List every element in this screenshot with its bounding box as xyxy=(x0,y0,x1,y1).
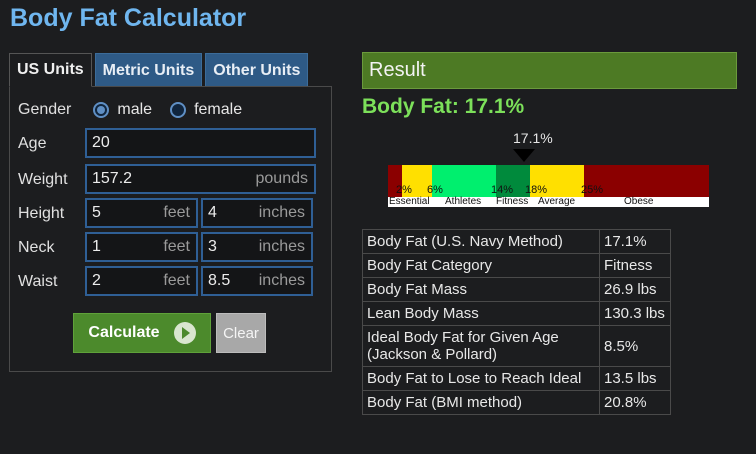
weight-value: 157.2 xyxy=(92,170,133,187)
neck-feet-value: 1 xyxy=(92,238,101,255)
table-row: Body Fat Category Fitness xyxy=(362,253,671,278)
weight-unit: pounds xyxy=(255,170,309,187)
result-key: Body Fat Mass xyxy=(362,277,600,302)
scale-category: Fitness xyxy=(496,196,529,207)
scale-tick: 14% xyxy=(491,184,514,196)
age-value: 20 xyxy=(92,134,110,151)
result-value: Fitness xyxy=(599,253,671,278)
tab-metric-units[interactable]: Metric Units xyxy=(94,53,203,87)
height-feet-input[interactable]: 5 feet xyxy=(85,198,198,228)
table-row: Body Fat (U.S. Navy Method) 17.1% xyxy=(362,229,671,254)
height-feet-value: 5 xyxy=(92,204,101,221)
scale-category: Obese xyxy=(624,196,654,207)
result-value: 13.5 lbs xyxy=(599,366,671,391)
weight-label: Weight xyxy=(18,171,68,188)
table-row: Ideal Body Fat for Given Age (Jackson & … xyxy=(362,325,671,367)
body-fat-scale: 2% 6% 14% 18% 25% Essential Athletes Fit… xyxy=(388,165,709,207)
age-label: Age xyxy=(18,135,47,152)
waist-feet-input[interactable]: 2 feet xyxy=(85,266,198,296)
calculate-button-label: Calculate xyxy=(88,324,160,341)
body-fat-result: Body Fat: 17.1% xyxy=(362,95,525,118)
marker-label: 17.1% xyxy=(513,130,553,146)
clear-button[interactable]: Clear xyxy=(216,313,266,353)
table-row: Lean Body Mass 130.3 lbs xyxy=(362,301,671,326)
waist-inches-unit: inches xyxy=(258,272,305,289)
result-key: Body Fat (U.S. Navy Method) xyxy=(362,229,600,254)
waist-feet-unit: feet xyxy=(163,272,190,289)
neck-feet-unit: feet xyxy=(163,238,190,255)
scale-category: Average xyxy=(538,196,576,207)
result-value: 17.1% xyxy=(599,229,671,254)
tab-us-units[interactable]: US Units xyxy=(9,53,92,87)
result-value: 130.3 lbs xyxy=(599,301,671,326)
result-value: 20.8% xyxy=(599,390,671,415)
scale-tick: 2% xyxy=(396,184,412,196)
height-inches-value: 4 xyxy=(208,204,217,221)
result-table: Body Fat (U.S. Navy Method) 17.1% Body F… xyxy=(362,229,671,415)
neck-label: Neck xyxy=(18,239,55,256)
scale-tick: 18% xyxy=(525,184,548,196)
result-key: Body Fat (BMI method) xyxy=(362,390,600,415)
table-row: Body Fat to Lose to Reach Ideal 13.5 lbs xyxy=(362,366,671,391)
height-label: Height xyxy=(18,205,65,222)
height-feet-unit: feet xyxy=(163,204,190,221)
waist-inches-input[interactable]: 8.5 inches xyxy=(201,266,313,296)
scale-tick: 6% xyxy=(427,184,443,196)
result-key: Body Fat Category xyxy=(362,253,600,278)
neck-inches-value: 3 xyxy=(208,238,217,255)
calculate-button[interactable]: Calculate xyxy=(73,313,211,353)
neck-feet-input[interactable]: 1 feet xyxy=(85,232,198,262)
gender-row: Gender male female xyxy=(18,101,260,119)
scale-category: Essential xyxy=(389,196,430,207)
marker-arrow-icon xyxy=(513,149,535,162)
play-arrow-icon xyxy=(173,322,196,344)
scale-tick: 25% xyxy=(581,184,604,196)
table-row: Body Fat Mass 26.9 lbs xyxy=(362,277,671,302)
input-form: Gender male female Age 20 Weight 157.2 p… xyxy=(9,86,332,372)
result-key: Lean Body Mass xyxy=(362,301,600,326)
waist-feet-value: 2 xyxy=(92,272,101,289)
result-header: Result xyxy=(362,52,737,89)
male-radio-label[interactable]: male xyxy=(117,101,152,119)
neck-inches-unit: inches xyxy=(258,238,305,255)
result-value: 8.5% xyxy=(599,325,671,367)
weight-input[interactable]: 157.2 pounds xyxy=(85,164,316,194)
result-key: Body Fat to Lose to Reach Ideal xyxy=(362,366,600,391)
tab-other-units[interactable]: Other Units xyxy=(205,53,309,87)
scale-category: Athletes xyxy=(445,196,482,207)
height-inches-unit: inches xyxy=(258,204,305,221)
result-key: Ideal Body Fat for Given Age (Jackson & … xyxy=(362,325,600,367)
result-value: 26.9 lbs xyxy=(599,277,671,302)
page-title: Body Fat Calculator xyxy=(10,4,247,32)
age-input[interactable]: 20 xyxy=(85,128,316,158)
neck-inches-input[interactable]: 3 inches xyxy=(201,232,313,262)
height-inches-input[interactable]: 4 inches xyxy=(201,198,313,228)
male-radio[interactable] xyxy=(93,102,110,118)
gender-label: Gender xyxy=(18,101,72,118)
female-radio[interactable] xyxy=(170,102,187,118)
waist-inches-value: 8.5 xyxy=(208,272,231,289)
table-row: Body Fat (BMI method) 20.8% xyxy=(362,390,671,415)
waist-label: Waist xyxy=(18,273,58,290)
unit-tabs: US Units Metric Units Other Units xyxy=(9,53,309,87)
female-radio-label[interactable]: female xyxy=(194,101,242,119)
